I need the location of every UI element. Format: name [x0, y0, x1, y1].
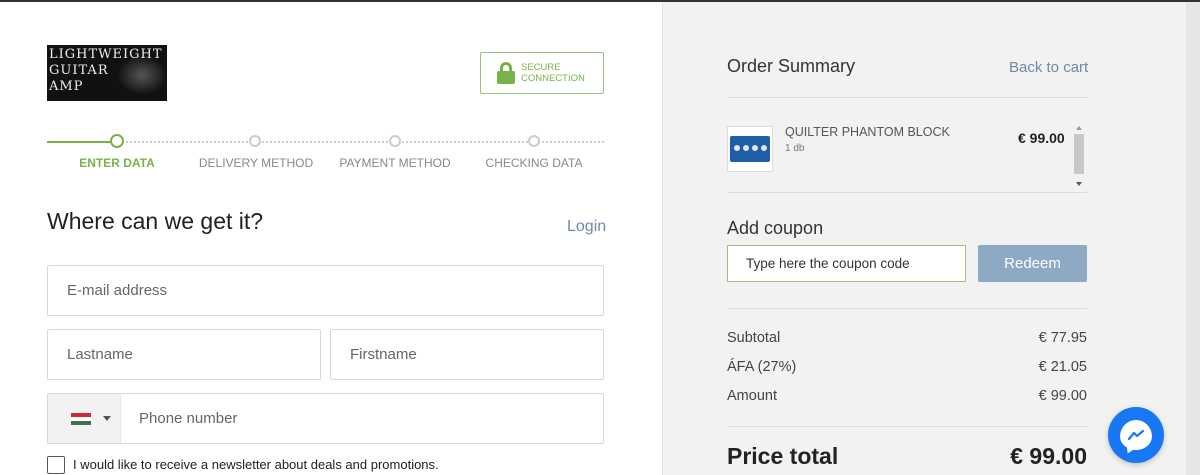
order-summary-panel: Order Summary Back to cart QUILTER PHANT… [662, 2, 1200, 475]
coupon-input[interactable] [728, 246, 965, 281]
divider [727, 426, 1087, 427]
amount-value: € 99.00 [1038, 388, 1087, 404]
messenger-chat-button[interactable] [1108, 407, 1164, 463]
coupon-field[interactable] [727, 245, 966, 282]
step-node-enter-data [110, 134, 124, 148]
back-to-cart-link[interactable]: Back to cart [1009, 59, 1088, 76]
scroll-thumb[interactable] [1074, 134, 1084, 174]
redeem-button[interactable]: Redeem [978, 245, 1087, 282]
subtotal-value: € 77.95 [1038, 330, 1087, 346]
country-code-select[interactable] [48, 394, 121, 443]
firstname-field[interactable] [330, 329, 604, 380]
coupon-title: Add coupon [727, 218, 824, 238]
vat-row: ÁFA (27%) € 21.05 [727, 359, 1087, 375]
checkout-steps: ENTER DATA DELIVERY METHOD PAYMENT METHO… [47, 133, 604, 173]
secure-label: SECURE [521, 62, 561, 73]
firstname-input[interactable] [331, 330, 603, 379]
lock-icon [497, 62, 515, 84]
product-price: € 99.00 [1018, 130, 1065, 146]
product-name: QUILTER PHANTOM BLOCK [785, 125, 950, 139]
chevron-down-icon [103, 416, 111, 421]
vat-label: ÁFA (27%) [727, 359, 797, 375]
step-label-enter-data: ENTER DATA [79, 156, 155, 170]
step-label-payment: PAYMENT METHOD [339, 156, 451, 170]
subtotal-row: Subtotal € 77.95 [727, 330, 1087, 346]
lastname-input[interactable] [48, 330, 320, 379]
newsletter-checkbox[interactable] [47, 456, 65, 474]
page-scrollbar[interactable] [1186, 2, 1200, 475]
step-label-checking: CHECKING DATA [485, 156, 583, 170]
email-field[interactable] [47, 265, 604, 316]
divider [727, 192, 1087, 193]
lastname-field[interactable] [47, 329, 321, 380]
page-title: Where can we get it? [47, 208, 264, 234]
connection-label: CONNECTION [521, 73, 585, 84]
logo-text: LIGHTWEIGHT GUITAR AMP [49, 47, 163, 94]
amount-label: Amount [727, 388, 777, 404]
step-node-checking [528, 135, 540, 147]
login-link[interactable]: Login [567, 218, 606, 236]
amount-row: Amount € 99.00 [727, 388, 1087, 404]
divider [727, 308, 1087, 309]
messenger-icon [1120, 420, 1152, 450]
secure-connection-badge: SECURE CONNECTION [480, 52, 604, 94]
price-total-label: Price total [727, 443, 839, 469]
step-node-payment [389, 135, 401, 147]
product-list-scrollbar[interactable] [1073, 124, 1085, 188]
phone-input[interactable] [48, 394, 603, 443]
price-total-value: € 99.00 [1010, 443, 1087, 469]
newsletter-label: I would like to receive a newsletter abo… [73, 457, 439, 472]
price-total-row: Price total € 99.00 [727, 443, 1087, 470]
scroll-down-icon[interactable] [1076, 182, 1082, 186]
store-logo[interactable]: LIGHTWEIGHT GUITAR AMP [47, 45, 167, 101]
step-label-delivery: DELIVERY METHOD [198, 156, 314, 170]
divider [727, 97, 1087, 98]
product-image [727, 126, 773, 172]
pedal-icon [730, 136, 770, 162]
step-node-delivery [249, 135, 261, 147]
product-quantity: 1 db [785, 143, 805, 154]
email-input[interactable] [48, 266, 603, 315]
phone-field[interactable] [47, 393, 604, 444]
order-summary-title: Order Summary [727, 56, 856, 76]
vat-value: € 21.05 [1038, 359, 1087, 375]
hungary-flag-icon [71, 412, 91, 425]
scroll-up-icon[interactable] [1076, 126, 1082, 130]
subtotal-label: Subtotal [727, 330, 781, 346]
